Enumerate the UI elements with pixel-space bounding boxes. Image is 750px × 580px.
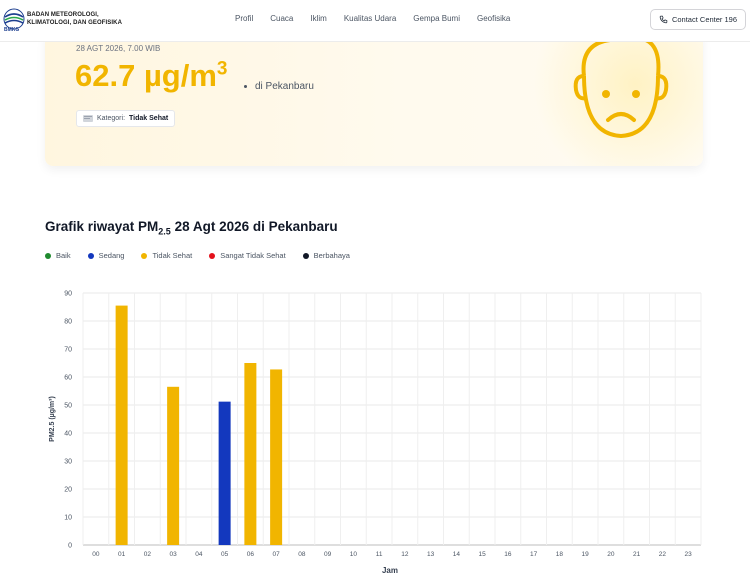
org-name-line2: KLIMATOLOGI, DAN GEOFISIKA [27,20,123,26]
organization-name: BADAN METEOROLOGI, KLIMATOLOGI, DAN GEOF… [27,11,122,27]
location-text: di Pekanbaru [255,81,314,92]
air-quality-summary-card: 28 AGT 2026, 7.00 WIB 62.7 µg/m3 di Peka… [45,30,703,166]
chart-title-prefix: Grafik riwayat PM [45,219,159,234]
nav-item-profil[interactable]: Profil [235,14,253,23]
pm25-value: 62.7 µg/m3 [75,58,228,94]
y-tick-label: 80 [64,319,72,326]
nav-item-iklim[interactable]: Iklim [310,14,326,23]
chart-bar [270,369,283,545]
x-tick-label: 14 [453,551,461,558]
chart-legend: Baik Sedang Tidak Sehat Sangat Tidak Seh… [45,251,367,260]
logo-caption: BMKG [4,27,20,33]
legend-label-sedang: Sedang [98,251,125,260]
chart-title-subscript: 2.5 [158,226,171,237]
category-value: Tidak Sehat [129,115,169,122]
legend-dot-baik [45,252,51,259]
y-tick-label: 20 [64,487,72,494]
x-tick-label: 09 [324,551,332,558]
y-tick-label: 0 [68,543,72,550]
x-tick-label: 18 [556,551,564,558]
x-tick-label: 03 [170,551,178,558]
legend-label-sangat-tidak-sehat: Sangat Tidak Sehat [220,251,286,260]
location: di Pekanbaru [244,81,314,92]
x-tick-label: 15 [479,551,487,558]
y-tick-label: 70 [64,347,72,354]
legend-label-baik: Baik [56,251,71,260]
chart-title-suffix: 28 Agt 2026 di Pekanbaru [170,219,338,234]
nav-item-kualitas-udara[interactable]: Kualitas Udara [344,14,396,23]
x-tick-label: 06 [247,551,255,558]
x-tick-label: 22 [659,551,667,558]
nav-item-cuaca[interactable]: Cuaca [270,14,293,23]
chart-canvas: 0 10 20 30 40 50 60 70 80 90 00 01 02 03 04 05 06 07 08 09 1… [49,291,702,575]
y-tick-label: 50 [64,403,72,410]
chart-bar [167,386,180,545]
bullet-dot [244,84,247,88]
x-tick-label: 12 [401,551,409,558]
legend-dot-sangat-tidak-sehat [209,252,216,259]
legend-item-berbahaya[interactable]: Berbahaya [302,251,350,260]
legend-item-sedang[interactable]: Sedang [87,251,125,260]
chart-title: Grafik riwayat PM2.5 28 Agt 2026 di Peka… [45,219,338,237]
x-axis-title: Jam [382,566,398,575]
x-tick-label: 17 [530,551,538,558]
pm25-value-text: 62.7 µg/m [75,58,217,93]
chart-bar [115,305,128,545]
contact-center-label: Contact Center 196 [671,15,738,24]
y-tick-label: 10 [64,515,72,522]
x-tick-label: 05 [221,551,229,558]
x-tick-label: 07 [273,551,281,558]
x-tick-label: 02 [144,551,152,558]
top-navigation-bar: BMKG BADAN METEOROLOGI, KLIMATOLOGI, DAN… [0,0,750,42]
pm25-unit-exponent: 3 [216,58,228,80]
x-tick-label: 19 [582,551,590,558]
legend-label-berbahaya: Berbahaya [313,251,350,260]
x-tick-label: 16 [504,551,512,558]
legend-item-sangat-tidak-sehat[interactable]: Sangat Tidak Sehat [209,251,286,260]
x-tick-label: 20 [607,551,615,558]
legend-dot-sedang [87,252,94,259]
pm25-history-chart: 0 10 20 30 40 50 60 70 80 90 00 01 02 03 04 05 06 07 08 09 1… [40,283,710,575]
y-tick-label: 40 [64,431,72,438]
y-axis-title: PM2.5 (µg/m³) [49,396,56,442]
legend-dot-tidak-sehat [141,252,148,259]
x-tick-label: 23 [685,551,693,558]
category-badge: Kategori: Tidak Sehat [76,110,176,127]
chart-bar [218,401,231,545]
org-name-line1: BADAN METEOROLOGI, [27,12,99,18]
category-label: Kategori: [97,115,126,122]
x-tick-label: 00 [92,551,100,558]
nav-item-geofisika[interactable]: Geofisika [477,14,510,23]
contact-center-button[interactable]: Contact Center 196 [650,9,746,30]
y-tick-label: 90 [64,291,72,298]
x-tick-label: 11 [376,551,383,558]
legend-item-tidak-sehat[interactable]: Tidak Sehat [141,251,192,260]
phone-icon [659,15,668,24]
measurement-date: 28 AGT 2026, 7.00 WIB [76,44,161,53]
legend-label-tidak-sehat: Tidak Sehat [152,251,193,260]
x-tick-label: 13 [427,551,435,558]
main-nav: Profil Cuaca Iklim Kualitas Udara Gempa … [235,14,527,23]
y-tick-label: 60 [64,375,72,382]
x-tick-label: 21 [633,551,641,558]
x-tick-label: 04 [195,551,203,558]
chart-bar [244,363,257,545]
x-tick-label: 01 [118,551,126,558]
legend-item-baik[interactable]: Baik [45,251,71,260]
x-tick-label: 10 [350,551,358,558]
x-tick-label: 08 [298,551,306,558]
nav-item-gempa-bumi[interactable]: Gempa Bumi [413,14,460,23]
legend-dot-berbahaya [302,252,309,259]
sad-face-icon [573,30,669,139]
y-tick-label: 30 [64,459,72,466]
flag-icon [83,115,93,122]
